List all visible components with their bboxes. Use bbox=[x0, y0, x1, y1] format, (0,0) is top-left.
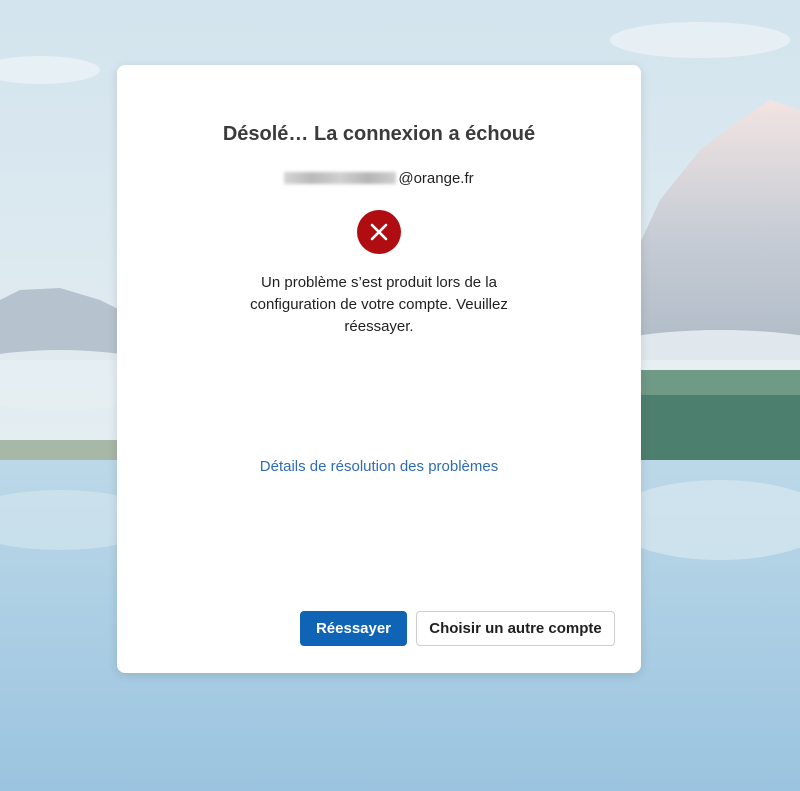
account-email: @orange.fr bbox=[117, 170, 641, 187]
email-domain: @orange.fr bbox=[398, 170, 474, 187]
retry-button[interactable]: Réessayer bbox=[300, 611, 407, 646]
error-message: Un problème s’est produit lors de la con… bbox=[250, 274, 508, 335]
error-x-icon bbox=[357, 210, 401, 254]
dialog-title: Désolé… La connexion a échoué bbox=[222, 123, 536, 145]
troubleshooting-details-link[interactable]: Détails de résolution des problèmes bbox=[117, 458, 641, 475]
choose-another-account-button[interactable]: Choisir un autre compte bbox=[416, 611, 615, 646]
redacted-username bbox=[284, 172, 397, 184]
sign-in-error-dialog: Désolé… La connexion a échoué @orange.fr… bbox=[117, 65, 641, 673]
